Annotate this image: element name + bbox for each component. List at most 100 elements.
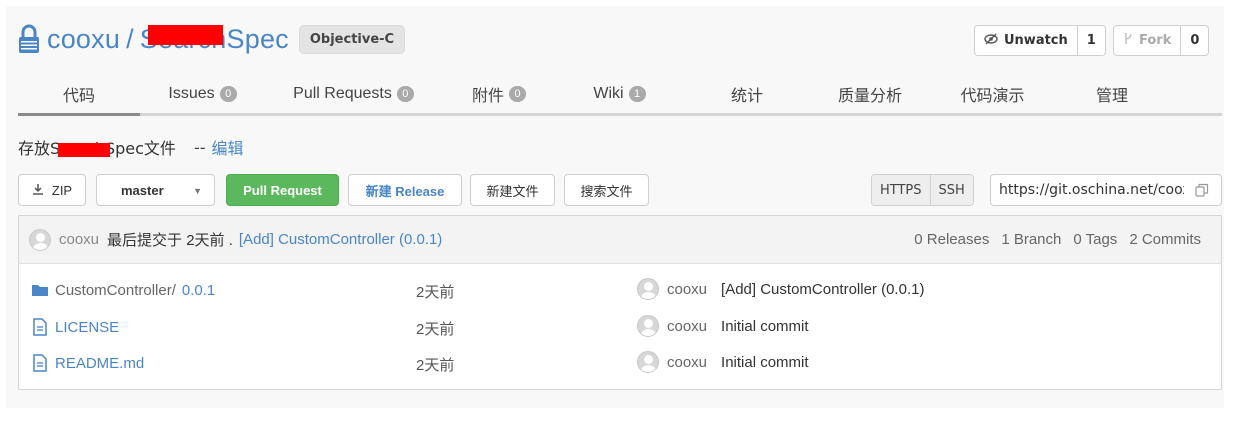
language-badge: Objective-C xyxy=(298,24,406,54)
tab-wiki[interactable]: Wiki 1 xyxy=(556,78,683,113)
folder-sub-link[interactable]: 0.0.1 xyxy=(182,282,215,299)
table-row: README.md 2天前 cooxu Initial commit xyxy=(19,345,1221,381)
latest-commit-bar: cooxu 最后提交于 2天前 . [Add] CustomController… xyxy=(19,216,1221,264)
redaction-mark xyxy=(58,143,110,157)
tab-label: Pull Requests xyxy=(293,84,392,102)
file-commit-cell: cooxu [Add] CustomController (0.0.1) xyxy=(637,278,924,300)
tab-attachments[interactable]: 附件 0 xyxy=(442,78,556,113)
file-list-panel: cooxu 最后提交于 2天前 . [Add] CustomController… xyxy=(18,215,1222,390)
tab-count-badge: 1 xyxy=(628,85,646,102)
avatar-icon xyxy=(637,351,659,373)
clone-url-text: https://git.oschina.net/cooxu/SearchSpec… xyxy=(999,182,1184,198)
tab-quality-analysis[interactable]: 质量分析 xyxy=(811,78,929,113)
pull-request-button[interactable]: Pull Request xyxy=(226,174,339,206)
commits-link[interactable]: 2 Commits xyxy=(1129,231,1201,248)
unwatch-label: Unwatch xyxy=(1004,33,1068,48)
https-toggle[interactable]: HTTPS xyxy=(872,175,930,205)
branch-label: master xyxy=(121,182,164,198)
file-author[interactable]: cooxu xyxy=(667,281,707,298)
tab-manage[interactable]: 管理 xyxy=(1056,78,1168,113)
unwatch-button[interactable]: Unwatch xyxy=(975,26,1078,55)
redaction-mark xyxy=(148,25,223,45)
table-row: LICENSE 2天前 cooxu Initial commit xyxy=(19,309,1221,345)
file-time: 2天前 xyxy=(416,284,455,301)
releases-link[interactable]: 0 Releases xyxy=(914,231,989,248)
file-link[interactable]: LICENSE xyxy=(55,319,119,336)
edit-description-link[interactable]: 编辑 xyxy=(211,135,243,159)
clone-url-input[interactable]: https://git.oschina.net/cooxu/SearchSpec… xyxy=(990,174,1222,206)
new-file-button[interactable]: 新建文件 xyxy=(470,174,555,206)
new-release-button[interactable]: 新建 Release xyxy=(348,174,462,206)
repo-owner-link[interactable]: cooxu xyxy=(47,24,120,55)
tab-label: Issues xyxy=(168,84,215,102)
branch-select[interactable]: master ▼ xyxy=(96,174,215,206)
file-commit-message[interactable]: Initial commit xyxy=(721,354,809,371)
file-name-cell: LICENSE xyxy=(31,318,119,336)
avatar-icon xyxy=(637,315,659,337)
zip-label: ZIP xyxy=(51,182,73,198)
tab-label: 附件 xyxy=(471,87,504,105)
repo-separator: / xyxy=(126,23,134,54)
file-author[interactable]: cooxu xyxy=(667,354,707,371)
file-icon xyxy=(33,354,47,372)
tab-pull-requests[interactable]: Pull Requests 0 xyxy=(265,78,442,113)
tab-label: 代码演示 xyxy=(960,87,1025,105)
tab-count-badge: 0 xyxy=(509,85,526,102)
tags-link[interactable]: 0 Tags xyxy=(1073,231,1117,248)
folder-link[interactable]: CustomController/ xyxy=(55,282,176,299)
fork-icon xyxy=(1123,32,1133,49)
file-commit-message[interactable]: Initial commit xyxy=(721,318,809,335)
watch-count[interactable]: 1 xyxy=(1078,26,1105,55)
ssh-toggle[interactable]: SSH xyxy=(929,175,973,205)
lock-icon xyxy=(19,24,39,53)
new-file-label: 新建文件 xyxy=(486,183,539,199)
clone-protocol-toggle: HTTPS SSH xyxy=(871,174,974,206)
file-time: 2天前 xyxy=(416,357,455,374)
fork-count[interactable]: 0 xyxy=(1181,26,1208,55)
search-file-label: 搜索文件 xyxy=(580,183,633,199)
copy-icon[interactable] xyxy=(1195,183,1209,201)
fork-button[interactable]: Fork xyxy=(1114,26,1182,55)
file-name-cell: CustomController/ 0.0.1 xyxy=(31,281,215,299)
caret-down-icon: ▼ xyxy=(193,186,202,196)
commit-user-link[interactable]: cooxu xyxy=(59,231,99,248)
file-commit-cell: cooxu Initial commit xyxy=(637,315,809,337)
fork-label: Fork xyxy=(1139,33,1172,48)
download-icon xyxy=(32,183,44,198)
download-zip-button[interactable]: ZIP xyxy=(18,174,86,206)
branches-link[interactable]: 1 Branch xyxy=(1001,231,1061,248)
tab-count-badge: 0 xyxy=(396,85,414,102)
avatar-icon xyxy=(29,228,51,251)
edit-separator: -- xyxy=(193,137,206,157)
repo-tabs: 代码 Issues 0 Pull Requests 0 附件 0 Wiki 1 统计 质… xyxy=(18,78,1222,116)
pull-request-label: Pull Request xyxy=(243,182,322,198)
tab-statistics[interactable]: 统计 xyxy=(683,78,811,113)
file-icon xyxy=(33,318,47,336)
tab-issues[interactable]: Issues 0 xyxy=(140,78,265,113)
unwatch-button-group[interactable]: Unwatch 1 xyxy=(974,25,1106,56)
file-commit-message[interactable]: [Add] CustomController (0.0.1) xyxy=(721,281,924,298)
tab-label: 代码 xyxy=(62,87,95,105)
table-row: CustomController/ 0.0.1 2天前 cooxu [Add] … xyxy=(19,272,1221,308)
avatar-icon xyxy=(637,278,659,300)
commit-summary: 最后提交于 2天前 . xyxy=(107,232,233,249)
tab-label: Wiki xyxy=(593,84,624,102)
new-release-label: 新建 Release xyxy=(365,183,445,199)
repo-stats: 0 Releases 1 Branch 0 Tags 2 Commits xyxy=(914,231,1201,248)
tab-label: 管理 xyxy=(1095,87,1128,105)
file-link[interactable]: README.md xyxy=(55,355,144,372)
tab-label: 质量分析 xyxy=(837,87,902,105)
commit-message-link[interactable]: [Add] CustomController (0.0.1) xyxy=(239,231,442,248)
fork-button-group[interactable]: Fork 0 xyxy=(1113,25,1210,56)
tab-count-badge: 0 xyxy=(219,85,237,102)
tab-label: 统计 xyxy=(730,87,763,105)
tab-code-demo[interactable]: 代码演示 xyxy=(929,78,1056,113)
eye-slash-icon xyxy=(984,33,998,49)
tab-code[interactable]: 代码 xyxy=(18,78,140,116)
folder-icon xyxy=(32,285,48,296)
file-time: 2天前 xyxy=(416,321,455,338)
file-name-cell: README.md xyxy=(31,354,144,372)
file-author[interactable]: cooxu xyxy=(667,318,707,335)
search-file-button[interactable]: 搜索文件 xyxy=(564,174,649,206)
file-commit-cell: cooxu Initial commit xyxy=(637,351,809,373)
